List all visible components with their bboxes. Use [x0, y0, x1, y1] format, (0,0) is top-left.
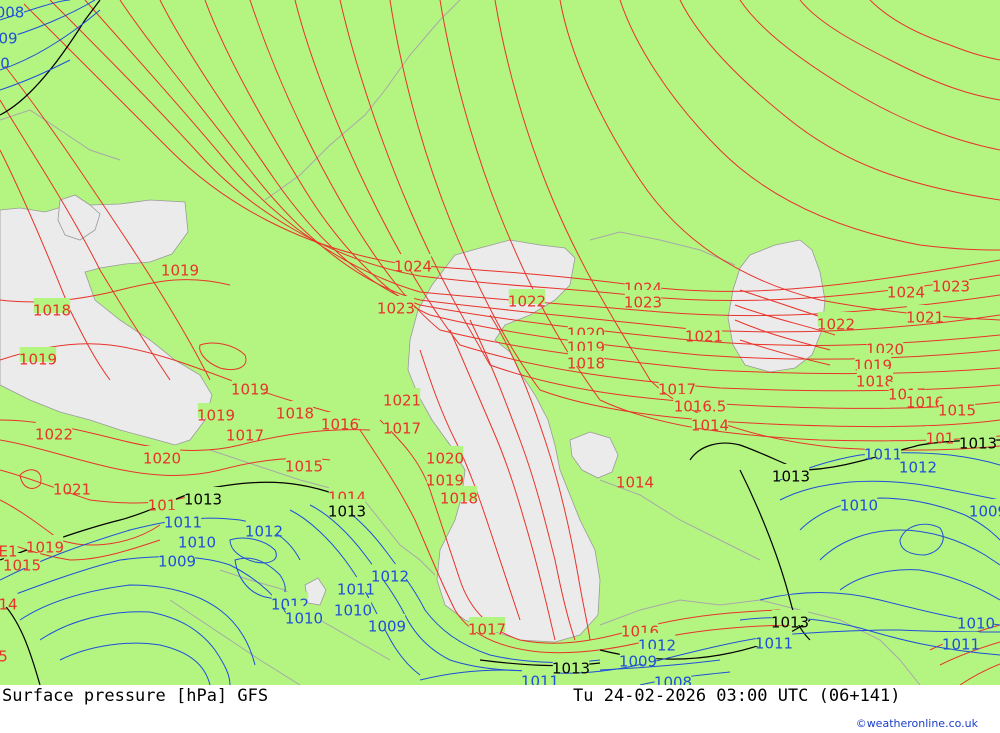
credit-link[interactable]: ©weatheronline.co.uk — [856, 717, 978, 730]
isobar-label: 1012 — [899, 459, 937, 477]
isobar-label: 1018 — [567, 355, 605, 373]
isobar-label: 1023 — [932, 278, 970, 296]
isobar-label: 1020 — [426, 450, 464, 468]
isobar-label: 1009 — [368, 618, 406, 636]
isobar-label: 1010 — [334, 602, 372, 620]
isobar-label: 1021 — [383, 392, 421, 410]
isobar-label: 14 — [0, 596, 18, 614]
isobar-label: 1017 — [468, 621, 506, 639]
isobar-label: 1021 — [906, 309, 944, 327]
isobar-label: 1013 — [328, 503, 366, 521]
isobar-label: 1011 — [164, 514, 202, 532]
isobar-label: 1010 — [285, 610, 323, 628]
isobar-label: 1014 — [691, 417, 729, 435]
isobar-label: 1010 — [178, 534, 216, 552]
isobar-label: 09 — [0, 30, 18, 48]
isobar-label: 1013 — [771, 614, 809, 632]
isobar-label: 1015 — [938, 402, 976, 420]
isobar-label: 1014 — [616, 474, 654, 492]
isobar-label: 1012 — [245, 523, 283, 541]
kara-bogaz-gol — [569, 431, 619, 479]
map-canvas: 1024 1023 1022 1024 1023 1021 1020 1019 1018 1017… — [0, 0, 1000, 685]
pressure-map: 1024 1023 1022 1024 1023 1021 1020 1019 1018 1017… — [0, 0, 1000, 685]
isobar-label: 1013 — [184, 491, 222, 509]
isobar-label: 1013 — [959, 435, 997, 453]
map-datetime: Tu 24-02-2026 03:00 UTC (06+141) — [573, 686, 901, 706]
isobar-label: 1016 — [321, 416, 359, 434]
isobar-label: E1 — [0, 543, 18, 561]
isobar-label: 1017 — [226, 427, 264, 445]
isobar-label: 1011 — [337, 581, 375, 599]
isobar-label: 1019 — [161, 262, 199, 280]
isobar-label: 008 — [0, 4, 24, 22]
isobar-label: 1009 — [158, 553, 196, 571]
isobar-label: 1019 — [19, 351, 57, 369]
isobar-label: 5 — [0, 648, 8, 666]
black-sea — [0, 199, 213, 446]
isobar-label: 1019 — [197, 407, 235, 425]
isobar-label: 1021 — [685, 328, 723, 346]
isobar-label: 1017 — [383, 420, 421, 438]
isobar-label: 1010 — [957, 615, 995, 633]
map-footer: Surface pressure [hPa] GFS Tu 24-02-2026… — [0, 685, 1000, 733]
isobar-label: 1013 — [552, 660, 590, 678]
isobar-label: 1013 — [772, 468, 810, 486]
aral-sea — [727, 239, 826, 373]
isobar-label: 1022 — [508, 293, 546, 311]
isobar-label: 1018 — [33, 302, 71, 320]
isobar-label: 1020 — [143, 450, 181, 468]
isobar-label: 1019 — [231, 381, 269, 399]
isobar-label: 0 — [0, 55, 10, 73]
isobar-label: 101 — [926, 430, 955, 448]
isobar-label: 1018 — [440, 490, 478, 508]
isobar-label: 1010 — [840, 497, 878, 515]
isobar-label: 1016.5 — [674, 398, 727, 416]
isobar-label: 1023 — [377, 300, 415, 318]
isobar-label: 1009 — [619, 653, 657, 671]
isobar-label: 1021 — [53, 481, 91, 499]
isobar-label: 1018 — [276, 405, 314, 423]
isobar-label: 1009 — [969, 503, 1000, 521]
isobar-label: 1011 — [864, 446, 902, 464]
isobar-label: 1011 — [755, 635, 793, 653]
isobar-label: 1008 — [654, 674, 692, 686]
isobar-label: 1022 — [817, 316, 855, 334]
isobar-label: 1024 — [394, 258, 432, 276]
isobar-label: 1023 — [624, 294, 662, 312]
isobar-label: 1022 — [35, 426, 73, 444]
isobar-label: 1015 — [285, 458, 323, 476]
isobar-label: 1024 — [887, 284, 925, 302]
isobar-label: 1011 — [942, 636, 980, 654]
map-title: Surface pressure [hPa] GFS — [2, 686, 269, 706]
isobar-label: 1012 — [371, 568, 409, 586]
